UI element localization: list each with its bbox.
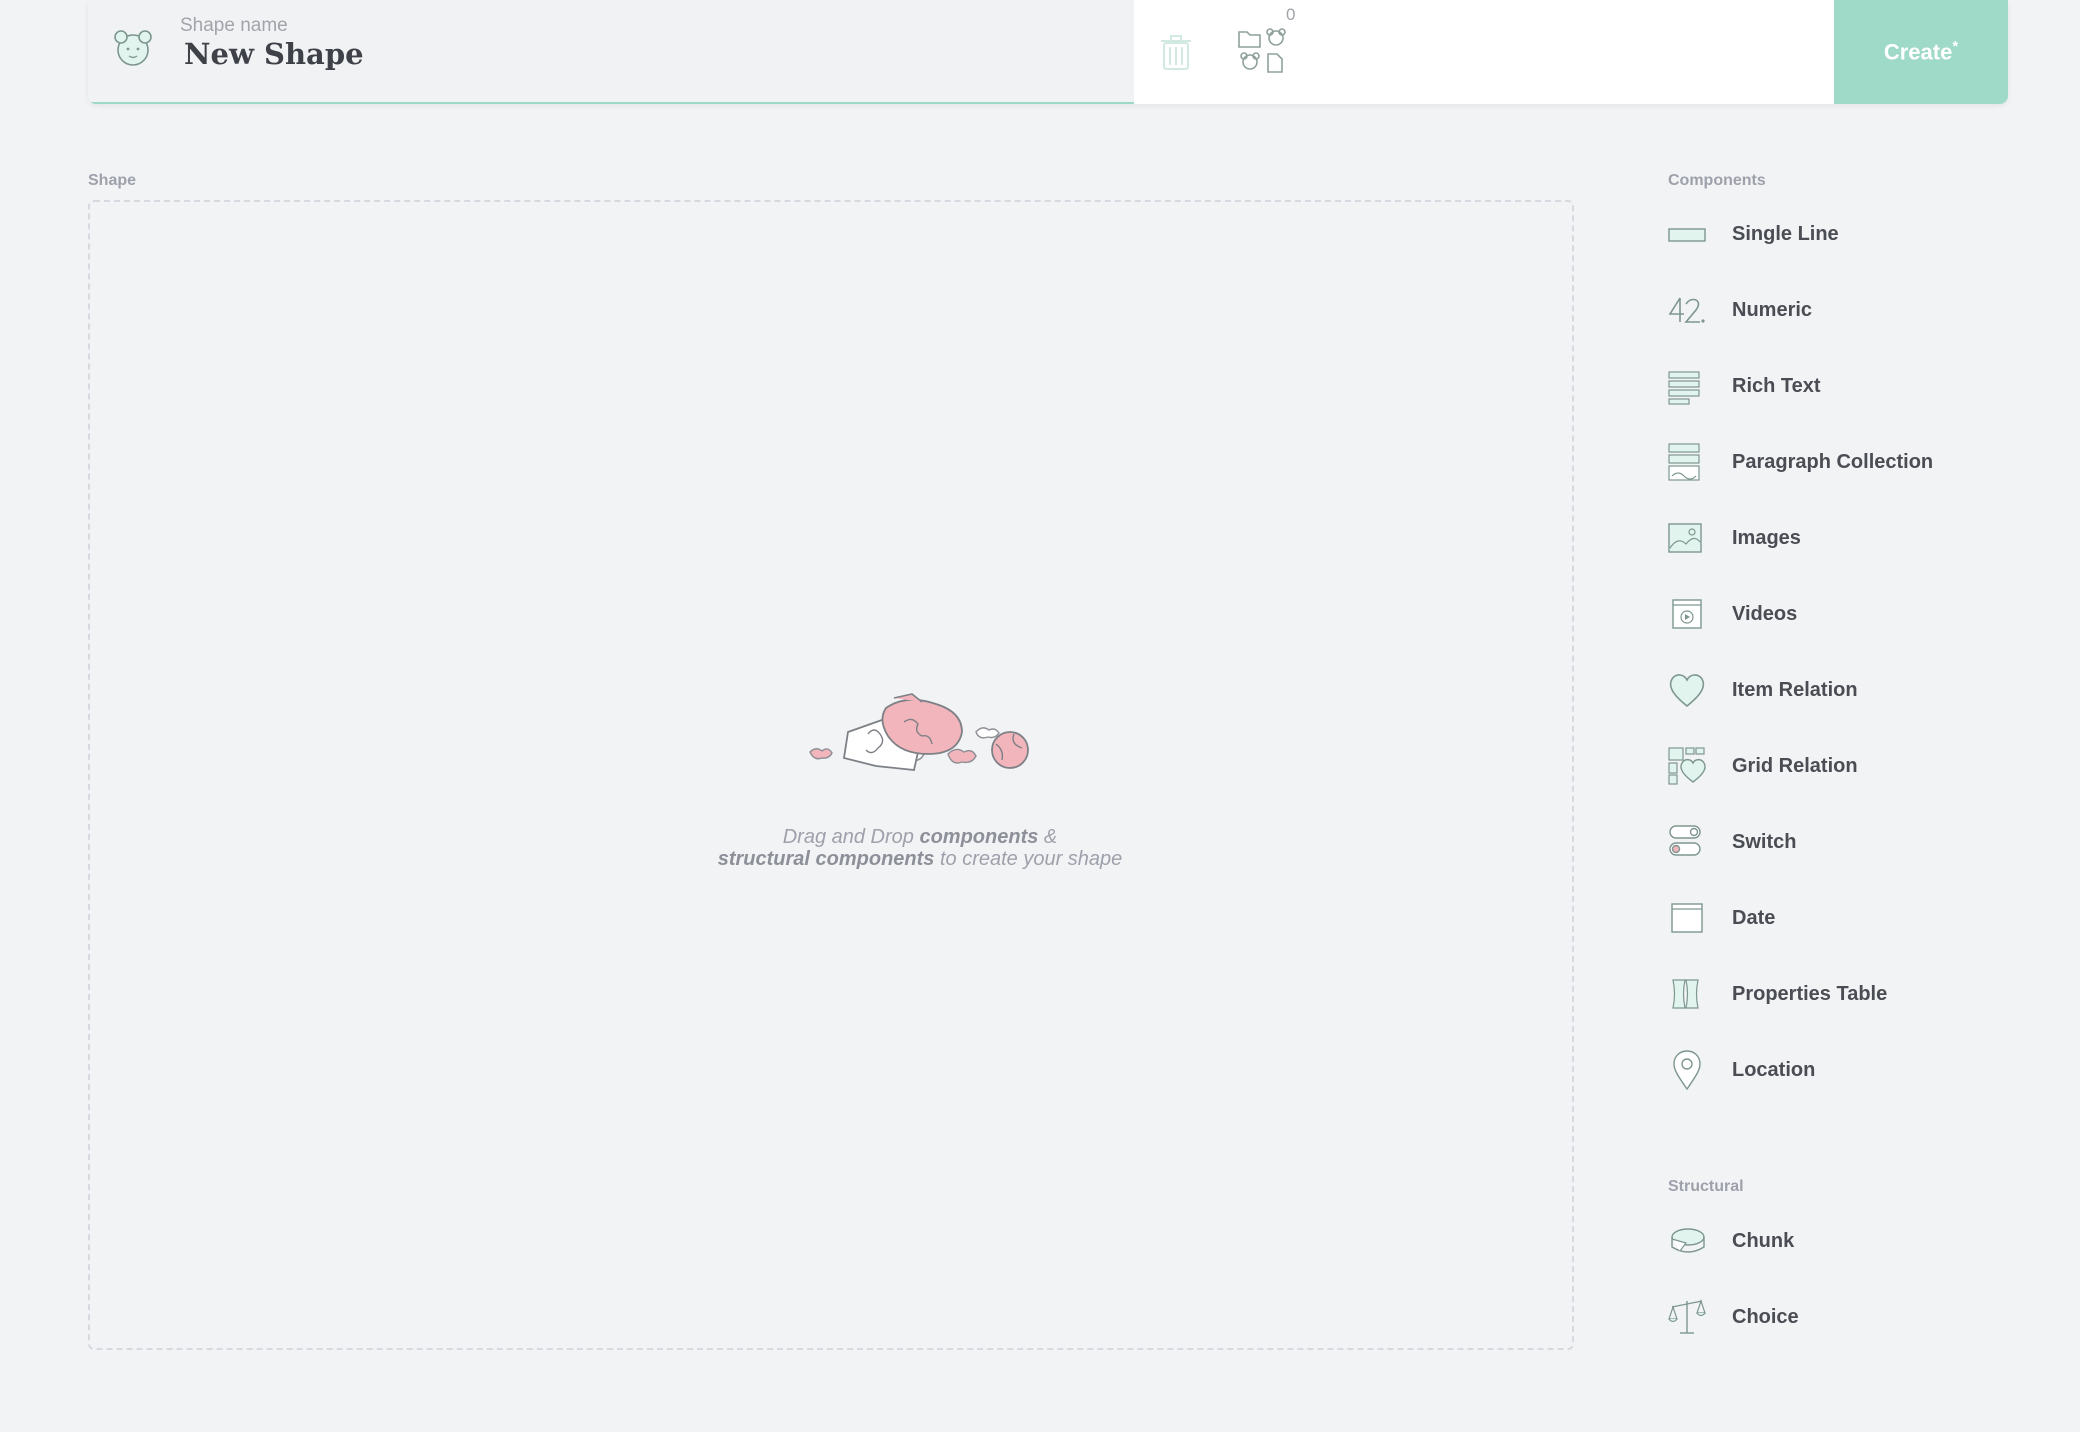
chunk-icon <box>1671 1228 1705 1253</box>
component-label: Switch <box>1732 830 1797 853</box>
switch-icon <box>1669 825 1701 856</box>
components-section-label: Components <box>1668 172 1766 189</box>
header-actions: 0 <box>1134 0 1834 104</box>
scale-icon <box>1668 1299 1706 1334</box>
shape-name-input[interactable] <box>180 34 1088 74</box>
component-label: Grid Relation <box>1732 754 1858 777</box>
empty-text-components: components <box>919 826 1039 848</box>
rich-text-icon <box>1668 371 1700 405</box>
structural-chunk[interactable]: Chunk <box>1668 1203 2028 1279</box>
component-label: Paragraph Collection <box>1732 450 1934 473</box>
structural-section-label: Structural <box>1668 1178 1744 1195</box>
empty-text-3: to create your shape <box>934 848 1123 870</box>
component-label: Choice <box>1732 1305 1799 1328</box>
structural-list: Chunk Choice <box>1668 1203 2028 1355</box>
files-icon[interactable] <box>1236 26 1292 78</box>
empty-text-structural: structural components <box>717 848 935 870</box>
properties-table-icon <box>1672 979 1699 1009</box>
component-label: Videos <box>1732 602 1798 625</box>
shape-dropzone[interactable]: Drag and Drop components & structural co… <box>88 200 1574 1350</box>
component-grid-relation[interactable]: Grid Relation <box>1668 728 2028 804</box>
bear-avatar-icon <box>114 30 152 66</box>
unsaved-marker: * <box>1952 38 1959 56</box>
shape-section-label: Shape <box>88 172 137 189</box>
component-label: Location <box>1732 1058 1816 1081</box>
files-count-badge: 0 <box>1286 5 1296 24</box>
paragraph-collection-icon <box>1668 443 1700 481</box>
component-images[interactable]: Images <box>1668 500 2028 576</box>
component-label: Rich Text <box>1732 374 1821 397</box>
component-paragraph-collection[interactable]: Paragraph Collection <box>1668 424 2028 500</box>
heart-icon <box>1669 674 1705 708</box>
component-date[interactable]: Date <box>1668 880 2028 956</box>
component-label: Numeric <box>1732 298 1813 321</box>
grid-relation-icon <box>1668 747 1706 785</box>
create-button-label: Create <box>1883 39 1953 65</box>
shape-header-bar: Shape name 0 Create* <box>88 0 2008 104</box>
shape-name-section: Shape name <box>88 0 1134 104</box>
component-label: Images <box>1732 526 1801 549</box>
component-properties-table[interactable]: Properties Table <box>1668 956 2028 1032</box>
component-label: Date <box>1732 906 1776 929</box>
component-label: Chunk <box>1732 1229 1795 1252</box>
create-button[interactable]: Create* <box>1834 0 2008 104</box>
single-line-icon <box>1668 228 1706 242</box>
components-list: Single Line Numeric Rich Text Paragraph … <box>1668 196 2028 1108</box>
empty-text-1: Drag and Drop <box>782 826 920 848</box>
component-single-line[interactable]: Single Line <box>1668 196 2028 272</box>
trash-icon[interactable] <box>1158 32 1194 72</box>
empty-state-message: Drag and Drop components & structural co… <box>650 826 1190 870</box>
component-rich-text[interactable]: Rich Text <box>1668 348 2028 424</box>
component-label: Properties Table <box>1732 982 1888 1005</box>
component-item-relation[interactable]: Item Relation <box>1668 652 2028 728</box>
component-label: Single Line <box>1732 222 1839 245</box>
videos-icon <box>1672 599 1702 629</box>
component-numeric[interactable]: Numeric <box>1668 272 2028 348</box>
component-switch[interactable]: Switch <box>1668 804 2028 880</box>
component-videos[interactable]: Videos <box>1668 576 2028 652</box>
empty-text-2: & <box>1038 826 1058 848</box>
calendar-icon <box>1671 903 1703 933</box>
component-label: Item Relation <box>1732 678 1858 701</box>
numeric-icon <box>1668 297 1705 323</box>
component-location[interactable]: Location <box>1668 1032 2028 1108</box>
images-icon <box>1668 523 1702 553</box>
empty-puzzle-illustration <box>809 693 1029 771</box>
location-pin-icon <box>1673 1050 1701 1090</box>
structural-choice[interactable]: Choice <box>1668 1279 2028 1355</box>
